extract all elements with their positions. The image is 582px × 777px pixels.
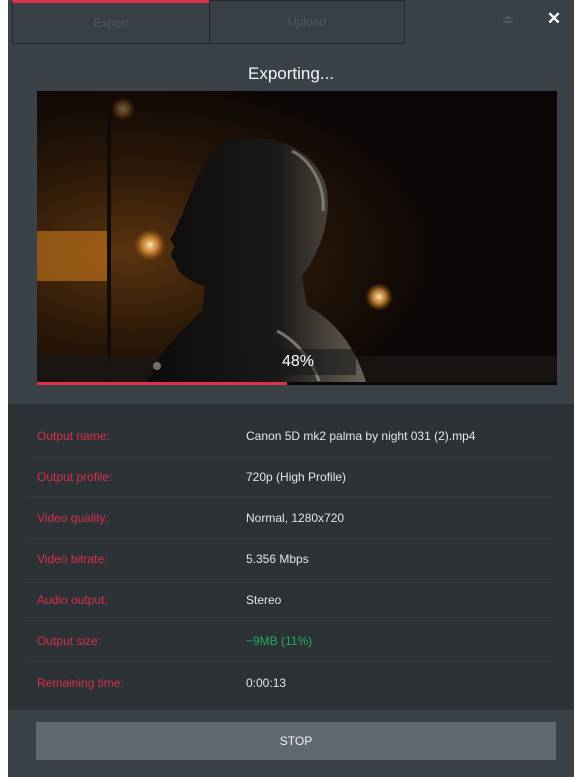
detail-label: Video quality: bbox=[37, 511, 109, 525]
detail-row-video-bitrate: Video bitrate: 5.356 Mbps bbox=[26, 539, 552, 580]
page-title: Exporting... bbox=[248, 64, 334, 83]
detail-row-output-profile: Output profile: 720p (High Profile) bbox=[26, 457, 552, 498]
progress-bar bbox=[37, 382, 557, 385]
export-window: Export Upload ✕ Exporting... 48% Output … bbox=[8, 0, 574, 777]
detail-value: 5.356 Mbps bbox=[246, 552, 309, 566]
tab-upload[interactable]: Upload bbox=[209, 0, 405, 44]
detail-value: 0:00:13 bbox=[246, 675, 287, 690]
detail-label: Video bitrate: bbox=[37, 552, 108, 566]
preview-frame-image bbox=[37, 91, 557, 385]
detail-value: Stereo bbox=[246, 593, 282, 607]
detail-value: Normal, 1280x720 bbox=[246, 511, 345, 525]
export-details: Output name: Canon 5D mk2 palma by night… bbox=[8, 404, 574, 710]
detail-row-audio-output: Audio output: Stereo bbox=[26, 580, 552, 621]
minimize-tray-icon[interactable] bbox=[501, 9, 515, 23]
tab-export[interactable]: Export bbox=[12, 0, 210, 44]
progress-percent: 48% bbox=[240, 349, 356, 375]
detail-row-video-quality: Video quality: Normal, 1280x720 bbox=[26, 498, 552, 539]
detail-row-output-name: Output name: Canon 5D mk2 palma by night… bbox=[26, 416, 552, 457]
detail-label: Output name: bbox=[37, 429, 110, 443]
detail-value: ~9MB (11%) bbox=[246, 634, 313, 648]
video-preview: 48% bbox=[37, 91, 557, 385]
progress-bar-fill bbox=[37, 382, 287, 385]
detail-label: Audio output: bbox=[37, 593, 108, 607]
detail-row-remaining-time: Remaining time: 0:00:13 bbox=[26, 662, 552, 703]
detail-label: Output profile: bbox=[37, 470, 113, 484]
detail-row-output-size: Output size: ~9MB (11%) bbox=[26, 621, 552, 662]
close-button[interactable]: ✕ bbox=[534, 4, 574, 34]
detail-value: 720p (High Profile) bbox=[246, 470, 347, 484]
stop-button[interactable]: STOP bbox=[36, 722, 556, 760]
detail-label: Remaining time: bbox=[37, 675, 124, 690]
detail-label: Output size: bbox=[37, 634, 102, 648]
detail-value: Canon 5D mk2 palma by night 031 (2).mp4 bbox=[246, 429, 476, 443]
